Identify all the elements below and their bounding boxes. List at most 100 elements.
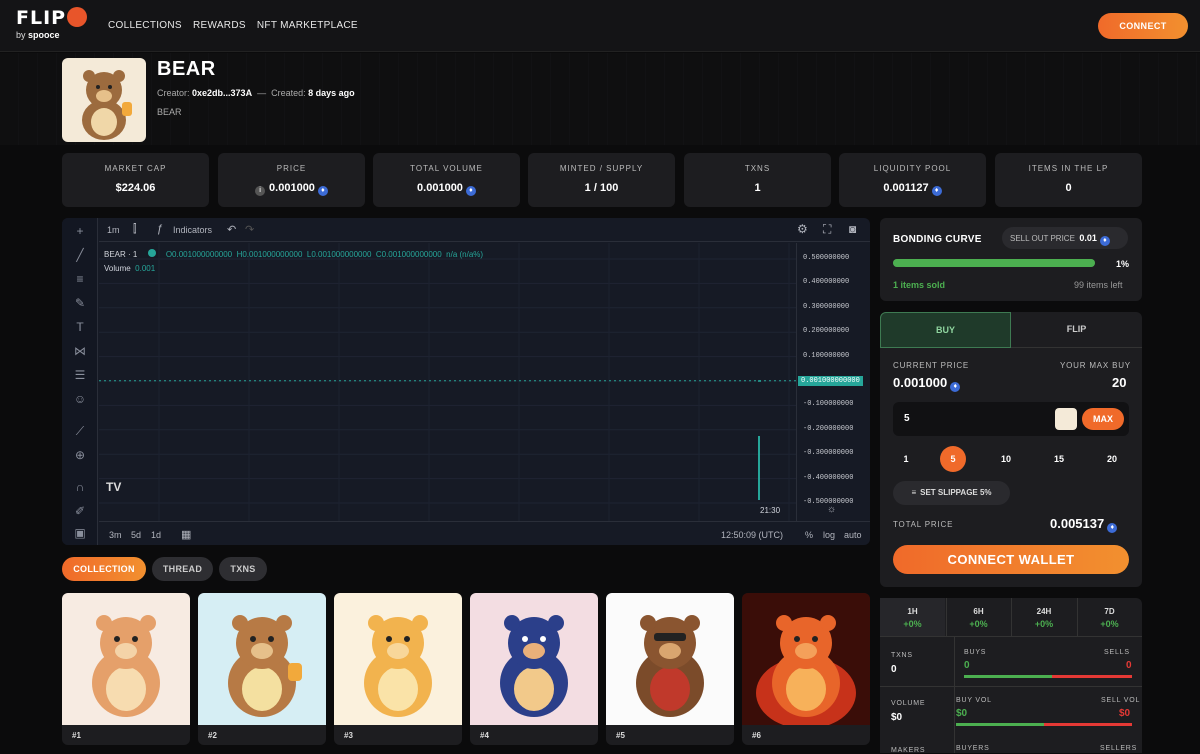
y-tick-label: -0.200000000 — [803, 424, 854, 433]
period-tab-7d[interactable]: 7D +0% — [1076, 598, 1142, 636]
date-range-icon[interactable]: ▦ — [181, 528, 191, 541]
camera-icon[interactable]: ◙ — [849, 222, 856, 236]
text-icon[interactable]: T — [72, 320, 88, 336]
stat-minted-supply: MINTED / SUPPLY 1 / 100 — [528, 153, 675, 207]
preset-1[interactable]: 1 — [893, 446, 919, 472]
bonding-curve-title: BONDING CURVE — [893, 234, 982, 245]
sell-vol-bar — [1044, 723, 1132, 726]
y-tick-label: 0.200000000 — [803, 327, 850, 336]
preset-20[interactable]: 20 — [1099, 446, 1125, 472]
pattern-icon[interactable]: ⋈ — [72, 344, 88, 360]
legend-open: O0.001000000000 — [165, 250, 233, 259]
range-1d[interactable]: 1d — [151, 530, 161, 540]
price-chart[interactable]: + ╱ ≡ ✎ T ⋈ ☰ ☺ ⟋ ⊕ ∩ ✐ ▣ 1m ⫿ ƒ Indicat… — [62, 218, 870, 545]
percent-toggle[interactable]: % — [805, 530, 813, 540]
connect-wallet-button[interactable]: CONNECT WALLET — [893, 545, 1129, 574]
emoji-icon[interactable]: ☺ — [72, 392, 88, 408]
crosshair-icon[interactable]: + — [72, 224, 88, 240]
preset-5[interactable]: 5 — [940, 446, 966, 472]
price-candle[interactable] — [758, 380, 761, 382]
lock-drawing-icon[interactable]: ✐ — [72, 504, 88, 520]
range-3m[interactable]: 3m — [109, 530, 122, 540]
nft-image — [606, 593, 734, 725]
tradingview-logo-icon: TV — [106, 480, 122, 494]
connect-button[interactable]: CONNECT — [1098, 13, 1188, 39]
quantity-input[interactable]: 5 — [904, 413, 910, 424]
tab-thread[interactable]: THREAD — [152, 557, 213, 581]
stat-value: 0.001000 — [269, 182, 315, 194]
axis-settings-icon[interactable]: ☼ — [827, 504, 836, 515]
log-toggle[interactable]: log — [823, 530, 835, 540]
fullscreen-icon[interactable]: ⛶ — [823, 222, 831, 237]
volume-label: VOLUME — [891, 700, 926, 707]
auto-toggle[interactable]: auto — [844, 530, 862, 540]
stat-txns: TXNS 1 — [684, 153, 831, 207]
nft-card[interactable]: #2 — [198, 593, 326, 745]
nft-number: #5 — [616, 731, 625, 740]
nft-card[interactable]: #4 — [470, 593, 598, 745]
total-price-label: TOTAL PRICE — [893, 520, 954, 529]
bonding-progress-track — [893, 259, 1095, 267]
undo-icon[interactable]: ↶ — [227, 223, 236, 236]
quantity-input-box[interactable]: 5 MAX — [893, 402, 1129, 436]
chart-plot-area[interactable] — [99, 243, 796, 521]
ruler-icon[interactable]: ⟋ — [72, 424, 88, 440]
preset-15[interactable]: 15 — [1046, 446, 1072, 472]
price-axis[interactable]: 0.500000000 0.400000000 0.300000000 0.20000… — [796, 243, 870, 521]
nft-number: #3 — [344, 731, 353, 740]
tab-txns[interactable]: TXNS — [219, 557, 267, 581]
creator-address[interactable]: 0xe2db...373A — [192, 88, 252, 98]
lock-icon[interactable]: ▣ — [72, 526, 88, 542]
txns-label: TXNS — [891, 652, 913, 659]
candle-type-icon[interactable]: ⫿ — [133, 223, 137, 236]
eth-icon: ♦ — [465, 186, 476, 196]
period-value: +0% — [1034, 619, 1054, 629]
indicators-button[interactable]: Indicators — [173, 225, 212, 235]
preset-10[interactable]: 10 — [993, 446, 1019, 472]
max-buy-value: 20 — [1112, 375, 1127, 390]
stat-value: 0.001127 — [883, 182, 929, 194]
settings-icon[interactable]: ⚙ — [797, 222, 808, 236]
volume-label: Volume — [104, 264, 131, 273]
tab-buy[interactable]: BUY — [880, 312, 1011, 348]
collection-avatar — [62, 58, 146, 142]
eth-icon: ♦ — [950, 382, 961, 392]
set-slippage-button[interactable]: ≡ SET SLIPPAGE 5% — [893, 481, 1010, 505]
nft-number: #6 — [752, 731, 761, 740]
nft-number: #4 — [480, 731, 489, 740]
stat-label: TOTAL VOLUME — [410, 164, 483, 173]
period-tab-6h[interactable]: 6H +0% — [945, 598, 1011, 636]
nft-card[interactable]: #6 — [742, 593, 870, 745]
buy-vol-bar — [956, 723, 1044, 726]
chart-top-toolbar: 1m ⫿ ƒ Indicators ↶ ↷ ⚙ ⛶ ◙ — [99, 218, 870, 242]
brand-badge-icon — [67, 7, 88, 27]
max-button[interactable]: MAX — [1082, 408, 1124, 430]
flip-logo[interactable]: FLIP by spooce — [16, 7, 88, 40]
tab-collection[interactable]: COLLECTION — [62, 557, 146, 581]
brush-icon[interactable]: ✎ — [72, 296, 88, 312]
tab-flip[interactable]: FLIP — [1011, 312, 1142, 348]
slippage-label: SET SLIPPAGE 5% — [920, 488, 992, 497]
fib-icon[interactable]: ≡ — [72, 272, 88, 288]
range-5d[interactable]: 5d — [131, 530, 141, 540]
nav-collections[interactable]: COLLECTIONS — [108, 20, 182, 31]
period-tab-24h[interactable]: 24H +0% — [1011, 598, 1076, 636]
brand-company: spooce — [28, 30, 60, 40]
interval-button[interactable]: 1m — [107, 225, 120, 235]
y-tick-label: 0.300000000 — [803, 302, 850, 311]
zoom-icon[interactable]: ⊕ — [72, 448, 88, 464]
redo-icon[interactable]: ↷ — [245, 223, 254, 236]
volume-bar[interactable] — [758, 436, 760, 500]
indicators-icon[interactable]: ƒ — [157, 223, 163, 235]
nav-nft-marketplace[interactable]: NFT MARKETPLACE — [257, 20, 358, 31]
nft-card[interactable]: #3 — [334, 593, 462, 745]
nft-card[interactable]: #1 — [62, 593, 190, 745]
nft-card[interactable]: #5 — [606, 593, 734, 745]
ohlc-legend: BEAR · 1 O0.001000000000 H0.001000000000… — [104, 249, 484, 259]
period-tab-1h[interactable]: 1H +0% — [880, 598, 945, 636]
period-label: 6H — [973, 607, 984, 616]
trendline-icon[interactable]: ╱ — [72, 248, 88, 264]
measure-lines-icon[interactable]: ☰ — [72, 368, 88, 384]
nav-rewards[interactable]: REWARDS — [193, 20, 246, 31]
magnet-icon[interactable]: ∩ — [72, 480, 88, 496]
